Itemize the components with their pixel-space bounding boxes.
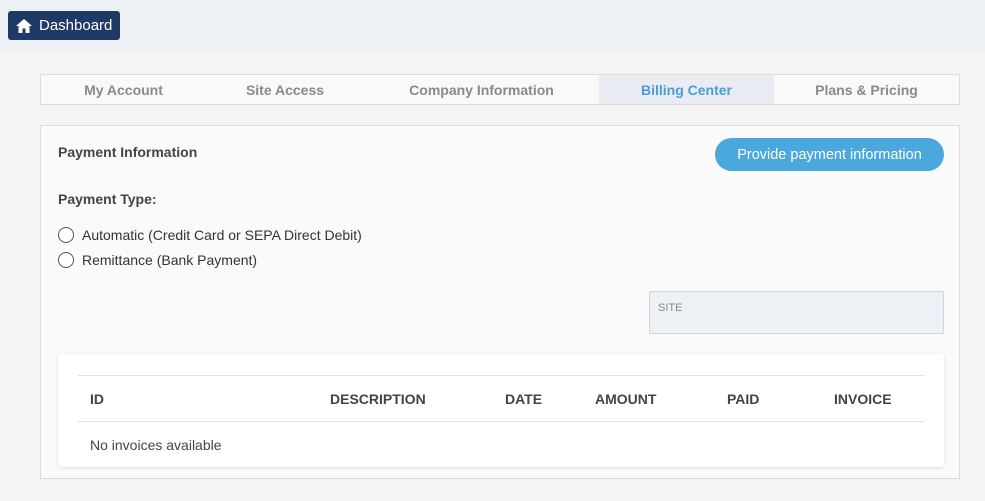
column-header-invoice[interactable]: INVOICE [834,391,892,407]
payment-option-automatic[interactable]: Automatic (Credit Card or SEPA Direct De… [58,227,362,243]
tab-billing-center[interactable]: Billing Center [599,75,774,104]
dashboard-label: Dashboard [39,17,113,34]
billing-panel: Payment Information Provide payment info… [40,125,960,479]
payment-type-label: Payment Type: [58,191,157,207]
radio-button[interactable] [58,252,74,268]
provide-payment-button[interactable]: Provide payment information [715,138,944,171]
column-header-id[interactable]: ID [90,391,104,407]
site-field-label: SITE [658,302,683,314]
column-header-date[interactable]: DATE [505,391,542,407]
invoice-table-header: ID DESCRIPTION DATE AMOUNT PAID INVOICE [78,376,924,422]
payment-option-label: Automatic (Credit Card or SEPA Direct De… [82,227,362,243]
column-header-paid[interactable]: PAID [727,391,759,407]
account-tabs: My Account Site Access Company Informati… [40,74,960,105]
column-header-amount[interactable]: AMOUNT [595,391,656,407]
dashboard-button[interactable]: Dashboard [8,11,120,40]
invoice-table: ID DESCRIPTION DATE AMOUNT PAID INVOICE … [78,375,924,453]
tab-site-access[interactable]: Site Access [206,75,364,104]
no-invoices-message: No invoices available [90,437,222,453]
payment-information-title: Payment Information [58,144,198,160]
radio-button[interactable] [58,227,74,243]
tab-plans-pricing[interactable]: Plans & Pricing [774,75,959,104]
invoice-table-card: ID DESCRIPTION DATE AMOUNT PAID INVOICE … [58,354,944,467]
home-icon [15,18,33,34]
site-field[interactable]: SITE [649,291,944,334]
top-bar: Dashboard [0,0,985,54]
tab-company-information[interactable]: Company Information [364,75,599,104]
payment-option-remittance[interactable]: Remittance (Bank Payment) [58,252,257,268]
column-header-description[interactable]: DESCRIPTION [330,391,426,407]
tab-my-account[interactable]: My Account [41,75,206,104]
payment-option-label: Remittance (Bank Payment) [82,252,258,268]
